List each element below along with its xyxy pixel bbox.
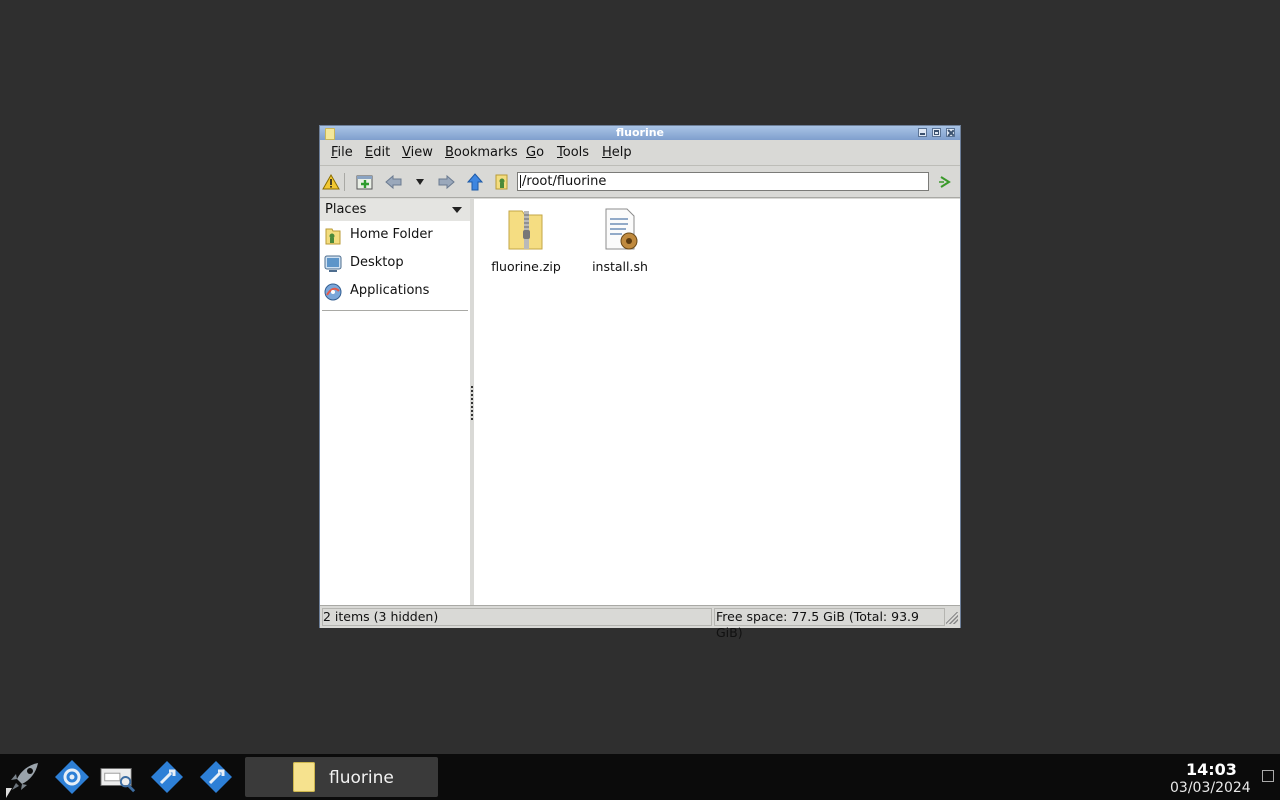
forward-button[interactable]	[437, 173, 455, 191]
taskbar-window-button[interactable]: fluorine	[245, 757, 438, 797]
menu-edit[interactable]: Edit	[365, 145, 390, 160]
file-view[interactable]: fluorine.zip install.sh	[474, 199, 960, 605]
free-space-status: Free space: 77.5 GiB (Total: 93.9 GiB)	[714, 608, 945, 640]
shell-script-icon	[598, 207, 642, 253]
menu-file[interactable]: File	[331, 145, 353, 160]
file-item-fluorine-zip[interactable]: fluorine.zip	[481, 207, 571, 274]
home-folder-icon	[323, 226, 343, 246]
go-button[interactable]	[936, 173, 954, 191]
warning-icon[interactable]	[322, 173, 340, 191]
menu-go[interactable]: Go	[526, 145, 544, 160]
rocket-icon[interactable]	[7, 759, 43, 795]
window-titlebar[interactable]: fluorine	[320, 126, 960, 140]
menu-view[interactable]: View	[402, 145, 433, 160]
back-button[interactable]	[385, 173, 403, 191]
menu-tools[interactable]: Tools	[557, 145, 589, 160]
home-button[interactable]	[493, 173, 511, 191]
maximize-button[interactable]	[932, 128, 941, 137]
history-dropdown-button[interactable]	[411, 173, 429, 191]
item-count-status: 2 items (3 hidden)	[322, 608, 712, 626]
chevron-down-icon[interactable]	[452, 207, 462, 213]
tool-icon[interactable]	[149, 759, 185, 795]
sidebar-item-applications[interactable]: Applications	[320, 279, 468, 305]
sidebar-item-desktop[interactable]: Desktop	[320, 251, 468, 277]
toolbar: /root/fluorine	[320, 167, 960, 198]
sidebar-separator	[322, 310, 468, 311]
mouse-cursor	[6, 788, 12, 798]
search-icon[interactable]	[100, 759, 136, 795]
up-button[interactable]	[466, 173, 484, 191]
sidebar-item-label: Desktop	[350, 255, 404, 270]
places-label: Places	[325, 202, 367, 217]
sidebar-item-home-folder[interactable]: Home Folder	[320, 223, 468, 249]
clock-time[interactable]: 14:03	[1186, 760, 1237, 779]
folder-icon	[325, 128, 335, 140]
taskbar-window-label: fluorine	[329, 768, 394, 788]
applications-icon	[323, 282, 343, 302]
menu-bookmarks[interactable]: Bookmarks	[445, 145, 518, 160]
location-bar[interactable]: /root/fluorine	[517, 172, 929, 191]
places-sidebar: Places Home Folder Desktop Applications	[320, 199, 470, 605]
menu-help[interactable]: Help	[602, 145, 632, 160]
new-tab-button[interactable]	[356, 173, 374, 191]
window-title: fluorine	[615, 126, 665, 139]
sidebar-item-label: Applications	[350, 283, 430, 298]
taskbar: fluorine 14:03 03/03/2024	[0, 754, 1280, 800]
file-name: install.sh	[592, 259, 648, 274]
menu-bar: File Edit View Bookmarks Go Tools Help	[320, 141, 960, 166]
sidebar-item-label: Home Folder	[350, 227, 433, 242]
tool-icon[interactable]	[198, 759, 234, 795]
file-name: fluorine.zip	[491, 259, 561, 274]
clock-date[interactable]: 03/03/2024	[1170, 780, 1251, 796]
zip-folder-icon	[504, 207, 548, 253]
file-manager-window[interactable]: fluorine File Edit View Bookmarks Go Too…	[320, 126, 960, 640]
desktop-icon	[323, 254, 343, 274]
file-item-install-sh[interactable]: install.sh	[575, 207, 665, 274]
tray-icon[interactable]	[1262, 770, 1274, 782]
toolbar-separator	[344, 173, 345, 191]
status-bar: 2 items (3 hidden) Free space: 77.5 GiB …	[320, 605, 960, 640]
resize-handle[interactable]	[946, 612, 958, 624]
places-header[interactable]: Places	[320, 199, 470, 221]
drag-handle[interactable]	[471, 386, 473, 420]
close-button[interactable]	[946, 128, 955, 137]
folder-icon	[293, 762, 315, 792]
minimize-button[interactable]	[918, 128, 927, 137]
settings-gear-icon[interactable]	[54, 759, 90, 795]
